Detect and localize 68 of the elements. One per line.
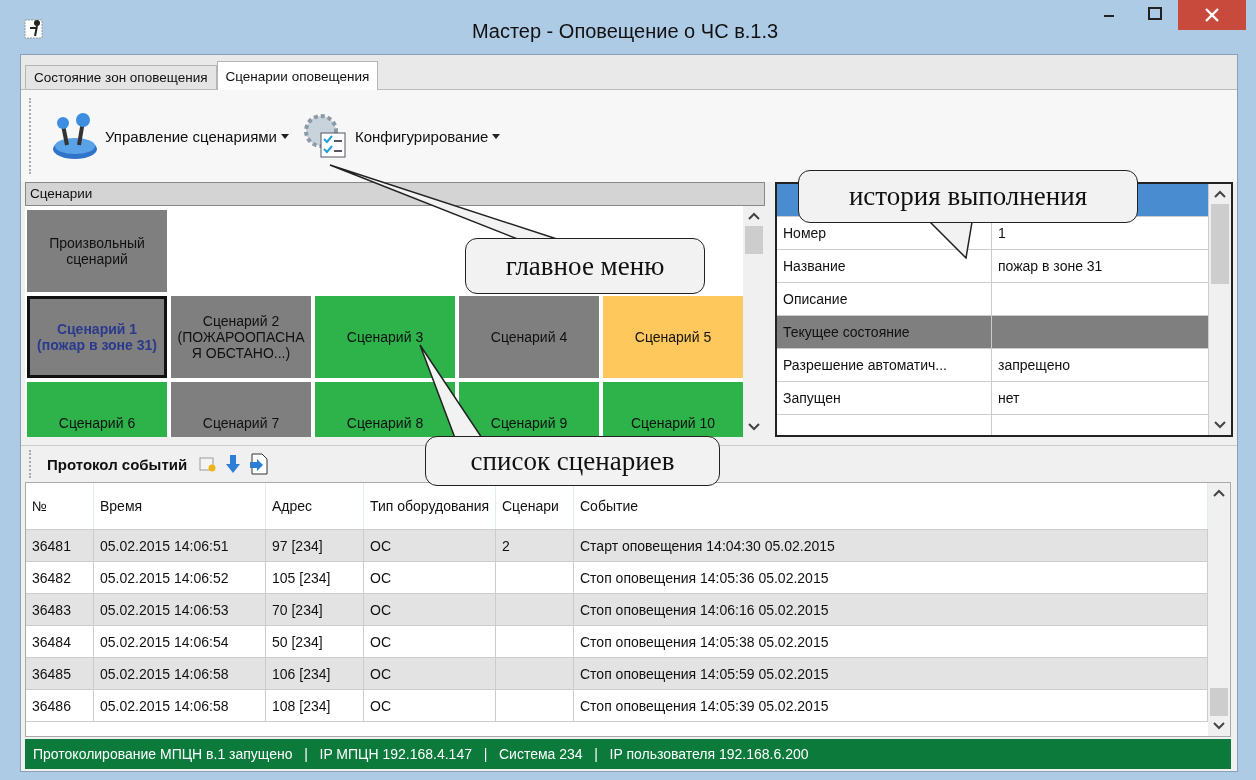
table-cell: 36482 bbox=[26, 562, 94, 593]
table-cell: 36481 bbox=[26, 530, 94, 561]
scenario-tile[interactable]: Сценарий 7 bbox=[171, 382, 311, 437]
arrow-down-icon[interactable] bbox=[225, 454, 242, 474]
chevron-down-icon[interactable] bbox=[748, 423, 760, 431]
tab[interactable]: Состояние зон оповещения bbox=[25, 65, 217, 89]
table-cell: ОС bbox=[364, 530, 496, 561]
chevron-up-icon[interactable] bbox=[1214, 190, 1226, 198]
log-title: Протокол событий bbox=[47, 455, 188, 473]
table-cell: 05.02.2015 14:06:53 bbox=[94, 594, 266, 625]
scrollbar-thumb[interactable] bbox=[1210, 688, 1228, 716]
table-cell: 97 [234] bbox=[266, 530, 364, 561]
window-title: Мастер - Оповещение о ЧС в.1.3 bbox=[470, 20, 780, 43]
table-cell: 36486 bbox=[26, 690, 94, 721]
table-cell: ОС bbox=[364, 690, 496, 721]
caret-icon bbox=[492, 133, 501, 139]
table-cell: ОС bbox=[364, 626, 496, 657]
scrollbar-thumb[interactable] bbox=[745, 226, 763, 254]
status-text: Протоколирование МПЦН в.1 запущено | IP МПЦН 192.168.4.147 | Система 234 | IP пользователя 192.168.6.200 bbox=[33, 746, 809, 762]
scenario-tile[interactable]: Сценарий 4 bbox=[459, 296, 599, 378]
column-header[interactable]: Адрес bbox=[266, 483, 364, 529]
scenario-tile[interactable]: Сценарий 5 bbox=[603, 296, 743, 378]
chevron-down-icon[interactable] bbox=[1213, 722, 1225, 730]
menu-button[interactable]: Конфигурирование bbox=[297, 107, 505, 165]
callout-pointer bbox=[928, 221, 973, 260]
property-name: Запущен bbox=[777, 382, 992, 414]
table-cell: ОС bbox=[364, 594, 496, 625]
scrollbar-thumb[interactable] bbox=[1211, 204, 1229, 284]
export-icon[interactable] bbox=[249, 453, 270, 475]
scenario-tile[interactable]: Произвольный сценарий bbox=[27, 210, 167, 292]
table-cell: 05.02.2015 14:06:58 bbox=[94, 658, 266, 689]
close-icon[interactable] bbox=[1178, 0, 1246, 30]
table-cell: 70 [234] bbox=[266, 594, 364, 625]
table-cell: 36484 bbox=[26, 626, 94, 657]
scenario-tile[interactable]: Сценарий 9 bbox=[459, 382, 599, 437]
table-cell: 106 [234] bbox=[266, 658, 364, 689]
callout: главное меню bbox=[465, 238, 705, 294]
table-cell: ОС bbox=[364, 658, 496, 689]
table-cell: 05.02.2015 14:06:51 bbox=[94, 530, 266, 561]
scenario-tile[interactable]: Сценарий 10 bbox=[603, 382, 743, 437]
chevron-down-icon[interactable] bbox=[1214, 421, 1226, 429]
table-cell: 36483 bbox=[26, 594, 94, 625]
column-header[interactable]: № bbox=[26, 483, 94, 529]
column-header[interactable]: Время bbox=[94, 483, 266, 529]
chevron-up-icon[interactable] bbox=[748, 212, 760, 220]
table-cell: 05.02.2015 14:06:58 bbox=[94, 690, 266, 721]
scrollbar[interactable] bbox=[1208, 483, 1230, 736]
scenario-tile[interactable]: Сценарий 3 bbox=[315, 296, 455, 378]
category-label: Текущее состояние bbox=[777, 316, 992, 348]
panel-header: Сценарии bbox=[25, 182, 765, 206]
table-cell: 2 bbox=[496, 530, 574, 561]
property-name: Описание bbox=[777, 283, 992, 315]
caret-icon bbox=[281, 133, 289, 139]
table-cell: ОС bbox=[364, 562, 496, 593]
scenario-tile[interactable]: Сценарий 2 (ПОЖАРООПАСНАЯ ОБСТАНО...) bbox=[171, 296, 311, 378]
table-cell: 50 [234] bbox=[266, 626, 364, 657]
table-cell: 05.02.2015 14:06:54 bbox=[94, 626, 266, 657]
scenario-tile[interactable]: Сценарий 8 bbox=[315, 382, 455, 437]
menu-button[interactable]: Управление сценариями bbox=[45, 107, 293, 165]
chevron-up-icon[interactable] bbox=[1213, 489, 1225, 497]
table-cell: 05.02.2015 14:06:52 bbox=[94, 562, 266, 593]
table-cell: 105 [234] bbox=[266, 562, 364, 593]
scenario-tile[interactable]: Сценарий 6 bbox=[27, 382, 167, 437]
property-name: Разрешение автоматич... bbox=[777, 349, 992, 381]
tab[interactable]: Сценарии оповещения bbox=[216, 61, 379, 90]
app-icon bbox=[24, 18, 44, 40]
table-cell: 36485 bbox=[26, 658, 94, 689]
table-cell: 108 [234] bbox=[266, 690, 364, 721]
